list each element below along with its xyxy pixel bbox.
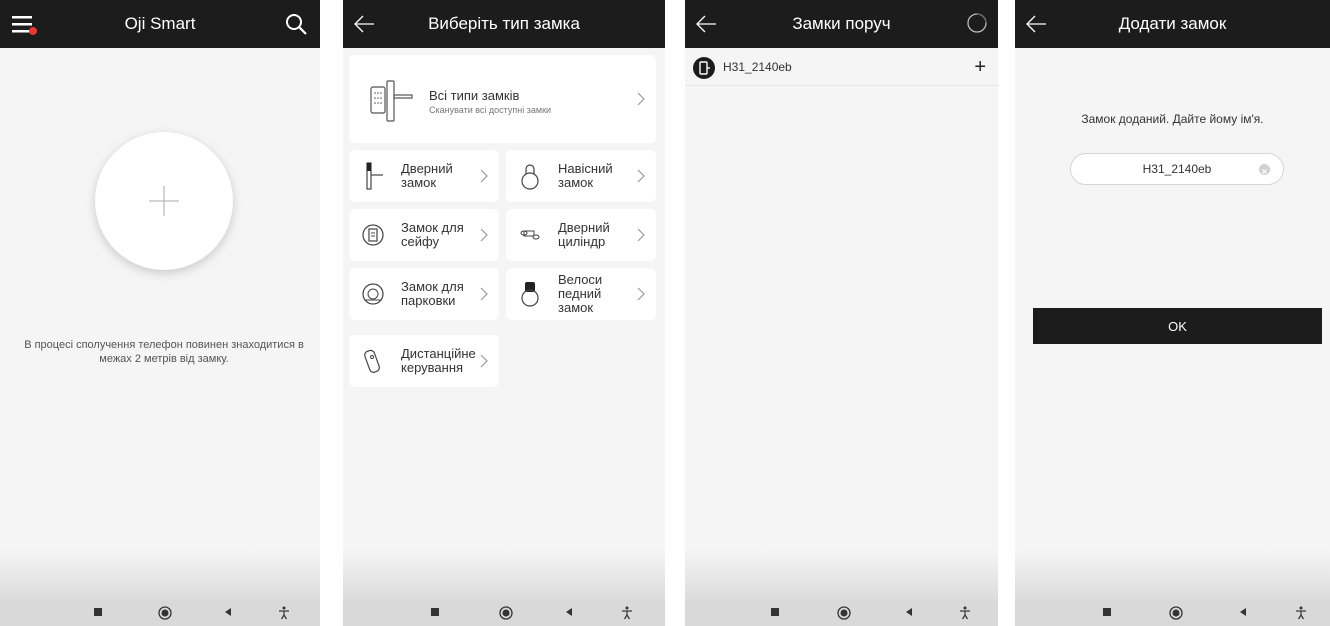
circle-icon [837,606,851,620]
loading-spinner-icon [967,13,987,33]
add-lock-screen: Додати замок Замок доданий. Дайте йому і… [1015,0,1330,626]
circle-icon [499,606,513,620]
clear-input-icon[interactable] [1259,164,1270,175]
nearby-locks-screen: Замки поруч H31_2140eb + [685,0,998,626]
cylinder-icon [520,230,540,240]
recents-button[interactable] [421,600,451,626]
nav-fade [0,550,320,600]
device-name: H31_2140eb [723,60,792,74]
top-bar: Замки поруч [685,0,998,48]
recents-button[interactable] [1093,600,1123,626]
home-screen: Oji Smart В процесі сполучення телефон п… [0,0,320,626]
lock-type-parking[interactable]: Замок для парковки [349,268,499,320]
page-title: Додати замок [1118,14,1227,33]
bicycle-lock-icon [521,282,539,307]
chevron-right-icon [637,287,645,301]
system-nav-bar [0,600,320,626]
chevron-right-icon [480,287,488,301]
accessibility-icon [1296,606,1306,620]
square-icon [431,608,439,616]
square-icon [94,608,102,616]
home-button[interactable] [491,600,521,626]
back-nav-button[interactable] [555,600,585,626]
all-types-subtitle: Сканувати всі доступні замки [429,105,552,115]
safe-lock-icon [362,224,384,246]
lock-type-label: Замок для парковки [401,279,464,308]
chevron-right-icon [480,228,488,242]
square-icon [771,608,779,616]
accessibility-button[interactable] [1287,600,1317,626]
chevron-right-icon [637,228,645,242]
circle-icon [1169,606,1183,620]
accessibility-icon [960,606,970,620]
home-button[interactable] [829,600,859,626]
back-nav-button[interactable] [895,600,925,626]
plus-icon [149,186,179,216]
home-button[interactable] [1161,600,1191,626]
lock-type-cylinder[interactable]: Дверний циліндр [506,209,656,261]
accessibility-icon [279,606,289,620]
lock-type-label: Навісний замок [558,161,613,190]
lock-type-safe[interactable]: Замок для сейфу [349,209,499,261]
lock-type-padlock[interactable]: Навісний замок [506,150,656,202]
ok-button[interactable]: OK [1033,308,1322,344]
name-hint: Замок доданий. Дайте йому ім'я. [1081,112,1264,126]
list-item[interactable]: H31_2140eb + [685,50,998,86]
add-device-button[interactable]: + [974,56,986,78]
door-lock-icon [366,162,383,190]
top-bar: Oji Smart [0,0,320,48]
parking-lock-icon [362,283,384,305]
circle-icon [158,606,172,620]
lock-name-input[interactable] [1070,153,1284,185]
chevron-right-icon [637,92,645,106]
system-nav-bar [343,600,665,626]
accessibility-button[interactable] [270,600,300,626]
lock-type-label: Дистанційне керування [401,346,476,375]
lock-type-door[interactable]: Дверний замок [349,150,499,202]
square-icon [1103,608,1111,616]
page-title: Виберіть тип замка [428,14,580,33]
recents-button[interactable] [84,600,114,626]
back-nav-button[interactable] [214,600,244,626]
lock-type-bicycle[interactable]: Велоси педний замок [506,268,656,320]
page-title: Замки поруч [792,14,891,33]
triangle-left-icon [1240,608,1246,616]
accessibility-icon [622,606,632,620]
pairing-hint: В процесі сполучення телефон повинен зна… [24,339,304,365]
chevron-right-icon [480,169,488,183]
lock-type-label: Дверний замок [401,161,453,190]
top-bar: Виберіть тип замка [343,0,665,48]
top-bar: Додати замок [1015,0,1330,48]
search-icon[interactable] [284,12,308,36]
app-title: Oji Smart [124,14,196,33]
home-button[interactable] [150,600,180,626]
system-nav-bar [685,600,998,626]
recents-button[interactable] [761,600,791,626]
smart-lock-icon [370,80,413,122]
nav-fade [1015,550,1330,600]
padlock-icon [521,164,539,190]
nav-fade [343,550,665,600]
all-types-title: Всі типи замків [429,88,520,103]
accessibility-button[interactable] [613,600,643,626]
add-lock-button[interactable] [95,132,233,270]
triangle-left-icon [566,608,572,616]
nav-fade [685,550,998,600]
lock-type-label: Велоси педний замок [558,272,603,315]
remote-control-icon [364,349,380,373]
lock-device-icon [693,57,715,79]
chevron-right-icon [480,354,488,368]
chevron-right-icon [637,169,645,183]
all-lock-types-card[interactable]: Всі типи замків Сканувати всі доступні з… [349,55,656,143]
back-nav-button[interactable] [1229,600,1259,626]
lock-type-label: Замок для сейфу [401,220,464,249]
triangle-left-icon [225,608,231,616]
triangle-left-icon [906,608,912,616]
lock-type-remote[interactable]: Дистанційне керування [349,335,499,387]
lock-type-screen: Виберіть тип замка Всі типи замків Скану… [343,0,665,626]
lock-type-label: Дверний циліндр [558,220,610,249]
system-nav-bar [1015,600,1330,626]
accessibility-button[interactable] [951,600,981,626]
